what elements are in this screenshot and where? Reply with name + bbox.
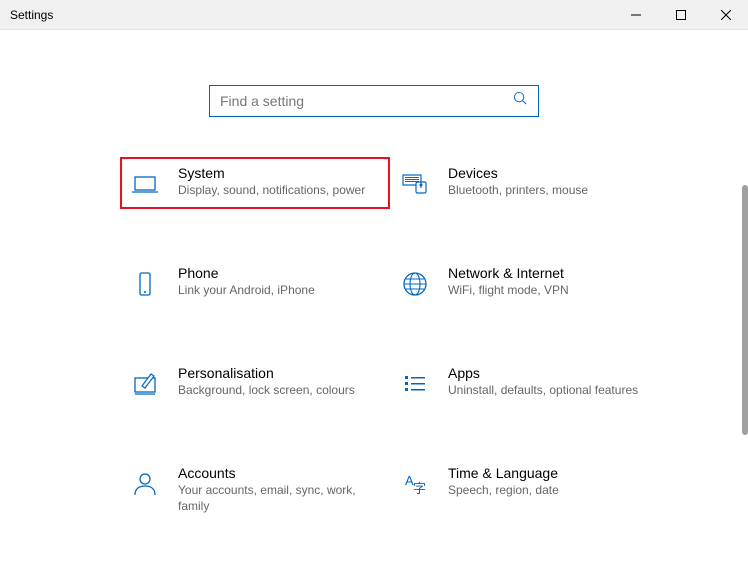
tile-title: Network & Internet	[448, 265, 652, 281]
close-icon	[721, 10, 731, 20]
tile-text: Time & Language Speech, region, date	[448, 465, 652, 499]
scrollbar-thumb[interactable]	[742, 185, 748, 435]
tile-desc: Background, lock screen, colours	[178, 383, 382, 399]
window-controls	[613, 0, 748, 30]
tile-desc: Your accounts, email, sync, work, family	[178, 483, 382, 514]
tile-text: System Display, sound, notifications, po…	[178, 165, 382, 199]
tile-desc: Uninstall, defaults, optional features	[448, 383, 652, 399]
content-area: System Display, sound, notifications, po…	[0, 30, 748, 571]
tile-text: Phone Link your Android, iPhone	[178, 265, 382, 299]
tile-network[interactable]: Network & Internet WiFi, flight mode, VP…	[390, 257, 660, 309]
tile-text: Devices Bluetooth, printers, mouse	[448, 165, 652, 199]
tile-title: Devices	[448, 165, 652, 181]
paint-icon	[128, 367, 162, 401]
settings-grid: System Display, sound, notifications, po…	[0, 157, 748, 522]
titlebar: Settings	[0, 0, 748, 30]
minimize-button[interactable]	[613, 0, 658, 30]
tile-title: System	[178, 165, 382, 181]
maximize-icon	[676, 10, 686, 20]
tile-title: Personalisation	[178, 365, 382, 381]
tile-text: Accounts Your accounts, email, sync, wor…	[178, 465, 382, 514]
language-icon: A字	[398, 467, 432, 501]
minimize-icon	[631, 10, 641, 20]
svg-text:字: 字	[413, 481, 426, 496]
tile-desc: Bluetooth, printers, mouse	[448, 183, 652, 199]
phone-icon	[128, 267, 162, 301]
apps-list-icon	[398, 367, 432, 401]
tile-desc: Link your Android, iPhone	[178, 283, 382, 299]
tile-title: Accounts	[178, 465, 382, 481]
tile-system[interactable]: System Display, sound, notifications, po…	[120, 157, 390, 209]
window-title: Settings	[0, 8, 53, 22]
tile-time-language[interactable]: A字 Time & Language Speech, region, date	[390, 457, 660, 522]
tile-title: Phone	[178, 265, 382, 281]
close-button[interactable]	[703, 0, 748, 30]
tile-text: Personalisation Background, lock screen,…	[178, 365, 382, 399]
tile-desc: Display, sound, notifications, power	[178, 183, 382, 199]
globe-icon	[398, 267, 432, 301]
tile-text: Network & Internet WiFi, flight mode, VP…	[448, 265, 652, 299]
maximize-button[interactable]	[658, 0, 703, 30]
tile-desc: WiFi, flight mode, VPN	[448, 283, 652, 299]
person-icon	[128, 467, 162, 501]
tile-title: Apps	[448, 365, 652, 381]
tile-apps[interactable]: Apps Uninstall, defaults, optional featu…	[390, 357, 660, 409]
tile-text: Apps Uninstall, defaults, optional featu…	[448, 365, 652, 399]
search-box[interactable]	[209, 85, 539, 117]
tile-title: Time & Language	[448, 465, 652, 481]
search-input[interactable]	[220, 93, 513, 109]
tile-desc: Speech, region, date	[448, 483, 652, 499]
tile-phone[interactable]: Phone Link your Android, iPhone	[120, 257, 390, 309]
search-icon	[513, 91, 528, 111]
devices-icon	[398, 167, 432, 201]
tile-personalisation[interactable]: Personalisation Background, lock screen,…	[120, 357, 390, 409]
search-container	[0, 30, 748, 157]
tile-accounts[interactable]: Accounts Your accounts, email, sync, wor…	[120, 457, 390, 522]
tile-devices[interactable]: Devices Bluetooth, printers, mouse	[390, 157, 660, 209]
laptop-icon	[128, 167, 162, 201]
